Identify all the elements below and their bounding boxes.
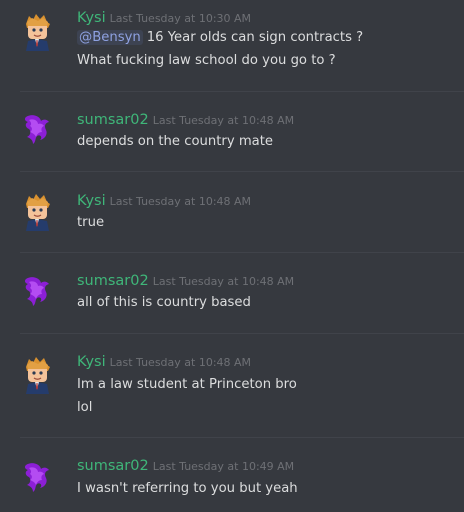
timestamp: Last Tuesday at 10:30 AM bbox=[109, 12, 252, 25]
message-divider bbox=[20, 91, 464, 92]
username[interactable]: sumsar02 bbox=[77, 273, 149, 289]
username[interactable]: Kysi bbox=[77, 10, 106, 26]
message-divider bbox=[20, 171, 464, 172]
message-text: What fucking law school do you go to ? bbox=[77, 53, 336, 68]
sumsar-avatar-icon bbox=[24, 115, 49, 144]
message-text: I wasn't referring to you but yeah bbox=[77, 481, 298, 496]
timestamp: Last Tuesday at 10:48 AM bbox=[109, 195, 252, 208]
sumsar-avatar-icon bbox=[24, 463, 49, 492]
kysi-avatar-icon bbox=[26, 14, 50, 51]
message-line: @Bensyn 16 Year olds can sign contracts ? bbox=[77, 27, 363, 49]
timestamp: Last Tuesday at 10:49 AM bbox=[152, 460, 295, 473]
message-header: sumsar02 Last Tuesday at 10:49 AM bbox=[77, 455, 294, 477]
chat-message-list: Kysi Last Tuesday at 10:30 AM @Bensyn 16 Y… bbox=[0, 0, 464, 512]
kysi-avatar-icon bbox=[26, 194, 50, 231]
message-header: sumsar02 Last Tuesday at 10:48 AM bbox=[77, 270, 294, 292]
avatar-sumsar02[interactable] bbox=[16, 455, 58, 497]
kysi-avatar-icon bbox=[26, 357, 50, 394]
message-divider bbox=[20, 333, 464, 334]
username[interactable]: sumsar02 bbox=[77, 112, 149, 128]
message-header: Kysi Last Tuesday at 10:48 AM bbox=[77, 351, 251, 373]
message-header: Kysi Last Tuesday at 10:48 AM bbox=[77, 190, 251, 212]
avatar-kysi[interactable] bbox=[16, 190, 58, 232]
avatar-sumsar02[interactable] bbox=[16, 269, 58, 311]
message-text: 16 Year olds can sign contracts ? bbox=[146, 30, 364, 45]
username[interactable]: sumsar02 bbox=[77, 458, 149, 474]
message-text: all of this is country based bbox=[77, 295, 251, 310]
sumsar-avatar-icon bbox=[24, 277, 49, 306]
message-header: Kysi Last Tuesday at 10:30 AM bbox=[77, 7, 251, 29]
avatar-kysi[interactable] bbox=[16, 353, 58, 395]
timestamp: Last Tuesday at 10:48 AM bbox=[152, 275, 295, 288]
user-mention[interactable]: @Bensyn bbox=[77, 30, 143, 45]
avatar-kysi[interactable] bbox=[16, 10, 58, 52]
timestamp: Last Tuesday at 10:48 AM bbox=[152, 114, 295, 127]
avatar-sumsar02[interactable] bbox=[16, 107, 58, 149]
message-header: sumsar02 Last Tuesday at 10:48 AM bbox=[77, 109, 294, 131]
message-text: true bbox=[77, 215, 105, 230]
message-divider bbox=[20, 437, 464, 438]
message-text: depends on the country mate bbox=[77, 134, 274, 149]
message-text: Im a law student at Princeton bro bbox=[77, 377, 297, 392]
message-text: lol bbox=[77, 400, 93, 415]
timestamp: Last Tuesday at 10:48 AM bbox=[109, 356, 252, 369]
message-divider bbox=[20, 252, 464, 253]
username[interactable]: Kysi bbox=[77, 193, 106, 209]
username[interactable]: Kysi bbox=[77, 354, 106, 370]
